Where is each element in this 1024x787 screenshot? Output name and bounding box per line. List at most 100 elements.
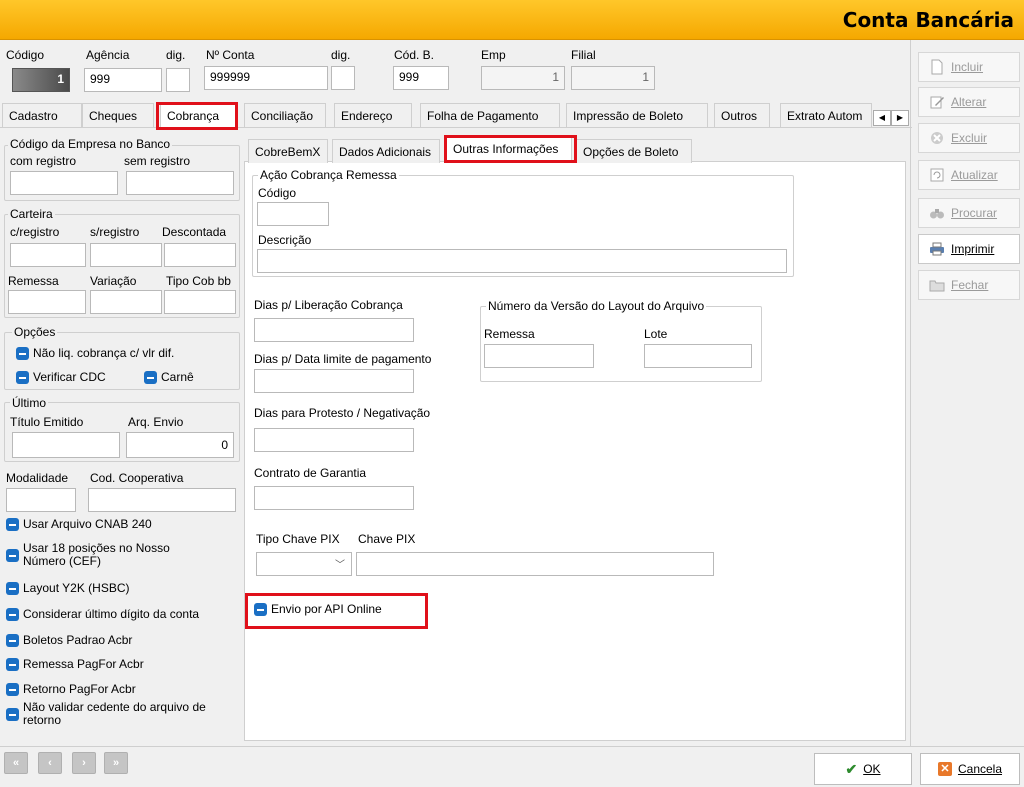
checkbox-icon [6, 634, 19, 647]
modalidade-field[interactable] [6, 488, 76, 512]
ultimo-digito-checkbox[interactable]: Considerar último dígito da conta [6, 607, 199, 621]
atualizar-button[interactable]: Atualizar [918, 160, 1020, 190]
tab-scroll-right-icon[interactable]: ▶ [891, 110, 909, 126]
validar-cedente-label: Não validar cedente do arquivo de retorn… [23, 700, 206, 727]
tab-outros[interactable]: Outros [714, 103, 770, 127]
checkbox-icon [16, 347, 29, 360]
codb-label: Cód. B. [394, 48, 435, 62]
cod-cooperativa-field[interactable] [88, 488, 236, 512]
contrato-garantia-field[interactable] [254, 486, 414, 510]
imprimir-button[interactable]: Imprimir [918, 234, 1020, 264]
tab-extrato-automatico[interactable]: Extrato Autom [780, 103, 872, 127]
cnab240-label: Usar Arquivo CNAB 240 [23, 517, 152, 531]
descontada-label: Descontada [162, 225, 227, 239]
nosso-numero-label: Usar 18 posições no Nosso Número (CEF) [23, 541, 170, 568]
com-registro-label: com registro [10, 154, 77, 168]
variacao-field[interactable] [90, 290, 162, 314]
tab-cheques[interactable]: Cheques [82, 103, 154, 127]
chave-pix-field[interactable] [356, 552, 714, 576]
alterar-label: Alterar [951, 95, 987, 109]
checkbox-icon [16, 371, 29, 384]
dias-liberacao-label: Dias p/ Liberação Cobrança [254, 298, 403, 312]
acao-codigo-label: Código [258, 186, 297, 200]
checkbox-icon [144, 371, 157, 384]
arq-envio-field[interactable]: 0 [126, 432, 234, 458]
versao-remessa-field[interactable] [484, 344, 594, 368]
conta-dig-field[interactable] [331, 66, 355, 90]
nosso-numero-checkbox[interactable]: Usar 18 posições no Nosso Número (CEF) [6, 542, 206, 568]
codb-field[interactable]: 999 [393, 66, 449, 90]
excluir-label: Excluir [951, 131, 988, 145]
tab-scroll-left-icon[interactable]: ◀ [873, 110, 891, 126]
procurar-button[interactable]: Procurar [918, 198, 1020, 228]
cancel-icon: ✕ [937, 762, 952, 776]
agencia-dig-field[interactable] [166, 68, 190, 92]
first-record-icon[interactable]: « [4, 752, 28, 774]
carne-checkbox[interactable]: Carnê [144, 370, 194, 384]
title-bar: Conta Bancária [0, 0, 1024, 40]
incluir-label: Incluir [951, 60, 984, 74]
chevron-down-icon: ﹀ [335, 560, 345, 571]
remessa-pagfor-checkbox[interactable]: Remessa PagFor Acbr [6, 657, 144, 671]
ok-label: OK [863, 762, 881, 776]
tab-conciliacao[interactable]: Conciliação [244, 103, 326, 127]
fechar-button[interactable]: Fechar [918, 270, 1020, 300]
versao-lote-field[interactable] [644, 344, 752, 368]
excluir-button[interactable]: Excluir [918, 123, 1020, 153]
verificar-cdc-checkbox[interactable]: Verificar CDC [16, 370, 106, 384]
dias-liberacao-field[interactable] [254, 318, 414, 342]
acao-descricao-field[interactable] [257, 249, 787, 273]
com-registro-field[interactable] [10, 171, 118, 195]
cancela-button[interactable]: ✕ Cancela [920, 753, 1020, 785]
acao-codigo-field[interactable] [257, 202, 329, 226]
subtab-dados-adicionais[interactable]: Dados Adicionais [332, 139, 440, 163]
tab-underline [0, 127, 912, 128]
layout-y2k-checkbox[interactable]: Layout Y2K (HSBC) [6, 581, 130, 595]
codigo-field[interactable]: 1 [12, 68, 70, 92]
tab-endereco[interactable]: Endereço [334, 103, 412, 127]
s-registro-field[interactable] [90, 243, 162, 267]
checkbox-icon [6, 582, 19, 595]
tab-impressao-boleto[interactable]: Impressão de Boleto [566, 103, 708, 127]
last-record-icon[interactable]: » [104, 752, 128, 774]
highlight-envio-api [245, 593, 428, 629]
contrato-garantia-label: Contrato de Garantia [254, 466, 367, 480]
conta-dig-label: dig. [331, 48, 351, 62]
prev-record-icon[interactable]: ‹ [38, 752, 62, 774]
refresh-icon [930, 168, 944, 182]
dias-limite-label: Dias p/ Data limite de pagamento [254, 352, 432, 366]
incluir-button[interactable]: Incluir [918, 52, 1020, 82]
descontada-field[interactable] [164, 243, 236, 267]
subtab-cobrebemx[interactable]: CobreBemX [248, 139, 328, 163]
tipo-cob-field[interactable] [164, 290, 236, 314]
subtab-opcoes-boleto[interactable]: Opções de Boleto [576, 139, 692, 163]
validar-cedente-checkbox[interactable]: Não validar cedente do arquivo de retorn… [6, 701, 234, 727]
highlight-outras-tab [444, 135, 577, 163]
agencia-field[interactable]: 999 [84, 68, 162, 92]
cnab240-checkbox[interactable]: Usar Arquivo CNAB 240 [6, 517, 152, 531]
checkmark-icon: ✔ [845, 760, 858, 777]
remessa-field[interactable] [8, 290, 86, 314]
sem-registro-field[interactable] [126, 171, 234, 195]
window-title: Conta Bancária [842, 8, 1014, 32]
retorno-pagfor-checkbox[interactable]: Retorno PagFor Acbr [6, 682, 136, 696]
next-record-icon[interactable]: › [72, 752, 96, 774]
tab-cadastro[interactable]: Cadastro [2, 103, 82, 127]
versao-layout-title: Número da Versão do Layout do Arquivo [486, 299, 707, 313]
dias-protesto-field[interactable] [254, 428, 414, 452]
tipo-cob-label: Tipo Cob bb [166, 274, 231, 288]
conta-field[interactable]: 999999 [204, 66, 328, 90]
titulo-emitido-field[interactable] [12, 432, 120, 458]
nao-liq-checkbox[interactable]: Não liq. cobrança c/ vlr dif. [16, 346, 174, 360]
imprimir-label: Imprimir [951, 242, 995, 256]
boletos-acbr-checkbox[interactable]: Boletos Padrao Acbr [6, 633, 132, 647]
tab-folha-pagamento[interactable]: Folha de Pagamento [420, 103, 560, 127]
versao-lote-label: Lote [644, 327, 668, 341]
ok-button[interactable]: ✔ OK [814, 753, 912, 785]
dias-limite-field[interactable] [254, 369, 414, 393]
titulo-emitido-label: Título Emitido [10, 415, 84, 429]
arq-envio-label: Arq. Envio [128, 415, 184, 429]
alterar-button[interactable]: Alterar [918, 87, 1020, 117]
c-registro-field[interactable] [10, 243, 86, 267]
tipo-chave-pix-select[interactable]: ﹀ [256, 552, 352, 576]
